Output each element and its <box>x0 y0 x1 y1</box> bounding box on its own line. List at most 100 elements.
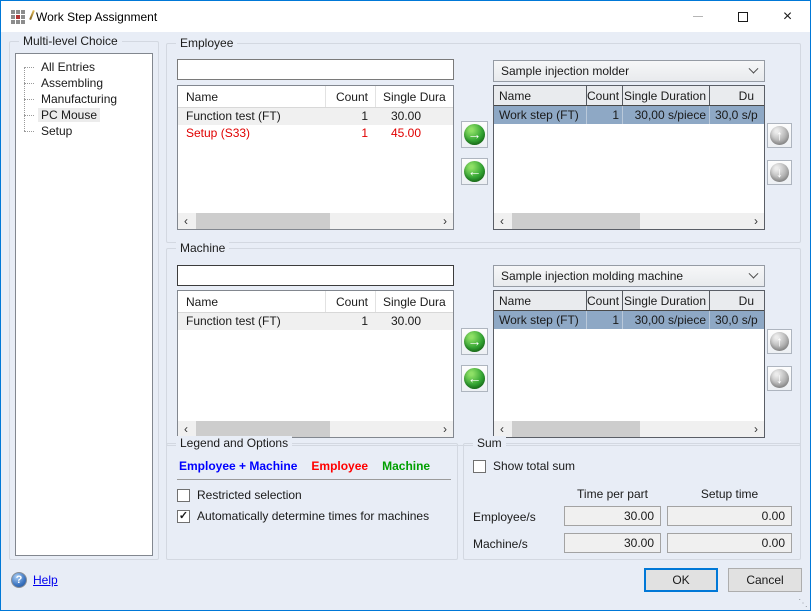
tree-branch-lines <box>24 67 25 131</box>
machine-source-table: Name Count Single Dura Function test (FT… <box>177 290 454 438</box>
scroll-right-icon[interactable]: › <box>437 213 453 229</box>
legend: Employee + Machine Employee Machine <box>179 459 430 473</box>
machine-target-combo[interactable]: Sample injection molding machine <box>493 265 765 287</box>
arrow-down-icon: ↓ <box>776 162 783 183</box>
checkbox[interactable] <box>177 489 190 502</box>
arrow-left-icon: ← <box>468 368 482 389</box>
scroll-left-icon[interactable]: ‹ <box>178 421 194 437</box>
scrollbar-thumb[interactable] <box>512 213 640 229</box>
combo-value: Sample injection molding machine <box>501 269 683 283</box>
employee-move-right-button[interactable]: → <box>461 121 488 148</box>
scroll-left-icon[interactable]: ‹ <box>494 421 510 437</box>
window-title: Work Step Assignment <box>36 10 157 24</box>
tree-item-manufacturing[interactable]: Manufacturing <box>16 91 152 107</box>
table-row[interactable]: Function test (FT) 1 30.00 <box>178 313 453 330</box>
minimize-button <box>675 1 720 32</box>
multi-level-choice-group: Multi-level Choice All Entries Assemblin… <box>9 41 159 560</box>
group-label: Sum <box>473 436 506 450</box>
group-label: Employee <box>176 36 237 50</box>
arrow-up-icon: ↑ <box>776 331 783 352</box>
employee-time-per-part-field: 30.00 <box>564 506 661 526</box>
legend-machine: Machine <box>382 459 430 473</box>
work-step-assignment-dialog: Work Step Assignment × Multi-level Choic… <box>0 0 811 611</box>
multi-level-tree[interactable]: All Entries Assembling Manufacturing PC … <box>15 53 153 556</box>
table-header[interactable]: Name Count Single Duration Du <box>494 291 764 311</box>
arrow-right-icon: → <box>468 124 482 145</box>
machine-sum-label: Machine/s <box>473 537 528 551</box>
machine-time-per-part-field: 30.00 <box>564 533 661 553</box>
checkbox-label: Restricted selection <box>197 488 302 502</box>
help-icon[interactable]: ? <box>11 572 27 588</box>
employee-target-table: Name Count Single Duration Du Work step … <box>493 85 765 230</box>
combo-value: Sample injection molder <box>501 64 629 78</box>
employee-move-down-button[interactable]: ↓ <box>767 160 792 185</box>
tree-item-setup[interactable]: Setup <box>16 123 152 139</box>
employee-setup-time-field: 0.00 <box>667 506 792 526</box>
scrollbar-thumb[interactable] <box>196 421 330 437</box>
close-button[interactable]: × <box>765 1 810 32</box>
machine-move-left-button[interactable]: ← <box>461 365 488 392</box>
group-label: Multi-level Choice <box>19 34 122 48</box>
checkbox-label: Show total sum <box>493 459 575 473</box>
checkbox[interactable]: ✓ <box>177 510 190 523</box>
chevron-down-icon <box>749 63 759 73</box>
arrow-up-icon: ↑ <box>776 125 783 146</box>
horizontal-scrollbar[interactable]: ‹ › <box>494 421 764 437</box>
setup-time-header: Setup time <box>667 487 792 501</box>
machine-target-table: Name Count Single Duration Du Work step … <box>493 290 765 438</box>
show-total-sum-checkbox[interactable]: Show total sum <box>473 459 575 473</box>
resize-grip[interactable]: ⋱ <box>798 598 808 609</box>
scroll-left-icon[interactable]: ‹ <box>178 213 194 229</box>
checkbox[interactable] <box>473 460 486 473</box>
scrollbar-thumb[interactable] <box>196 213 330 229</box>
employee-move-left-button[interactable]: ← <box>461 158 488 185</box>
tree-item-all-entries[interactable]: All Entries <box>16 59 152 75</box>
legend-divider <box>177 479 451 480</box>
machine-filter-input[interactable] <box>177 265 454 286</box>
employee-move-up-button[interactable]: ↑ <box>767 123 792 148</box>
maximize-button[interactable] <box>720 1 765 32</box>
machine-setup-time-field: 0.00 <box>667 533 792 553</box>
employee-sum-label: Employee/s <box>473 510 536 524</box>
table-row[interactable]: Function test (FT) 1 30.00 <box>178 108 453 125</box>
table-header[interactable]: Name Count Single Duration Du <box>494 86 764 106</box>
table-header[interactable]: Name Count Single Dura <box>178 291 453 313</box>
horizontal-scrollbar[interactable]: ‹ › <box>178 421 453 437</box>
cancel-button[interactable]: Cancel <box>728 568 802 592</box>
arrow-right-icon: → <box>468 331 482 352</box>
legend-employee-machine: Employee + Machine <box>179 459 297 473</box>
group-label: Machine <box>176 241 229 255</box>
scrollbar-thumb[interactable] <box>512 421 640 437</box>
auto-determine-times-checkbox[interactable]: ✓ Automatically determine times for mach… <box>177 509 429 523</box>
table-header[interactable]: Name Count Single Dura <box>178 86 453 108</box>
table-row[interactable]: Work step (FT) 1 30,00 s/piece 30,0 s/p <box>494 311 764 329</box>
scroll-right-icon[interactable]: › <box>748 421 764 437</box>
time-per-part-header: Time per part <box>564 487 661 501</box>
arrow-down-icon: ↓ <box>776 368 783 389</box>
table-row[interactable]: Work step (FT) 1 30,00 s/piece 30,0 s/p <box>494 106 764 124</box>
machine-move-right-button[interactable]: → <box>461 328 488 355</box>
scroll-right-icon[interactable]: › <box>437 421 453 437</box>
pen-icon <box>29 9 35 19</box>
employee-target-combo[interactable]: Sample injection molder <box>493 60 765 82</box>
horizontal-scrollbar[interactable]: ‹ › <box>494 213 764 229</box>
arrow-left-icon: ← <box>468 161 482 182</box>
table-row[interactable]: Setup (S33) 1 45.00 <box>178 125 453 142</box>
employee-source-table: Name Count Single Dura Function test (FT… <box>177 85 454 230</box>
restricted-selection-checkbox[interactable]: Restricted selection <box>177 488 302 502</box>
machine-move-down-button[interactable]: ↓ <box>767 366 792 391</box>
close-icon: × <box>783 9 792 25</box>
maximize-icon <box>738 12 748 22</box>
machine-move-up-button[interactable]: ↑ <box>767 329 792 354</box>
ok-button[interactable]: OK <box>644 568 718 592</box>
chevron-down-icon <box>749 268 759 278</box>
scroll-left-icon[interactable]: ‹ <box>494 213 510 229</box>
help-link[interactable]: Help <box>33 573 58 587</box>
employee-filter-input[interactable] <box>177 59 454 80</box>
scroll-right-icon[interactable]: › <box>748 213 764 229</box>
tree-item-pc-mouse[interactable]: PC Mouse <box>16 107 152 123</box>
legend-employee: Employee <box>311 459 368 473</box>
tree-item-assembling[interactable]: Assembling <box>16 75 152 91</box>
minimize-icon <box>693 16 703 17</box>
horizontal-scrollbar[interactable]: ‹ › <box>178 213 453 229</box>
